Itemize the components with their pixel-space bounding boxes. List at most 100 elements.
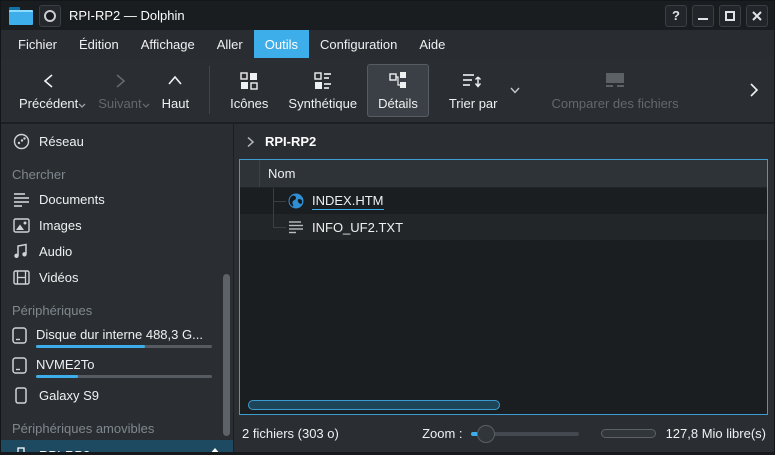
- horizontal-scrollbar[interactable]: [248, 400, 500, 410]
- toolbar-separator: [209, 66, 210, 114]
- menu-affichage[interactable]: Affichage: [130, 30, 206, 58]
- window-title: RPI-RP2 — Dolphin: [69, 8, 185, 23]
- usb-drive-icon: [12, 446, 30, 455]
- text-file-icon: [288, 219, 304, 235]
- chevron-left-icon: [40, 70, 58, 92]
- menu-outils[interactable]: Outils: [254, 30, 309, 58]
- menu-aller[interactable]: Aller: [206, 30, 254, 58]
- toolbar: Précédent Suivant Haut Icônes: [1, 58, 774, 124]
- menu-fichier[interactable]: Fichier: [7, 30, 68, 58]
- app-menu-button[interactable]: [39, 5, 61, 27]
- column-header-nom[interactable]: Nom: [260, 166, 295, 181]
- zoom-slider[interactable]: [471, 425, 579, 443]
- chevron-right-icon: [111, 70, 129, 92]
- places-item-videos[interactable]: Vidéos: [1, 264, 233, 290]
- places-item-reseau[interactable]: Réseau: [1, 128, 233, 154]
- maximize-icon: [725, 11, 735, 21]
- menu-configuration[interactable]: Configuration: [309, 30, 408, 58]
- zoom-label: Zoom :: [422, 426, 462, 441]
- compare-files-button[interactable]: Comparer des fichiers: [541, 65, 688, 116]
- minimize-button[interactable]: [692, 5, 714, 27]
- disk-usage-bar: [36, 345, 212, 348]
- close-button[interactable]: [746, 5, 768, 27]
- places-item-label: Réseau: [39, 134, 84, 149]
- file-name[interactable]: INDEX.HTM: [312, 193, 384, 210]
- header-lead-cell: [240, 160, 260, 187]
- free-space-label: 127,8 Mio libre(s): [666, 426, 766, 441]
- file-view: Nom INDEX.HTM: [239, 159, 768, 415]
- menubar: Fichier Édition Affichage Aller Outils C…: [1, 30, 774, 58]
- details-view-icon: [388, 70, 408, 92]
- sort-dropdown-caret-icon[interactable]: [509, 87, 521, 94]
- places-item-label: NVME2To: [36, 357, 225, 373]
- network-icon: [12, 132, 30, 150]
- menu-edition[interactable]: Édition: [68, 30, 130, 58]
- image-icon: [12, 216, 30, 234]
- breadcrumb: RPI-RP2: [234, 124, 774, 159]
- places-item-label: Disque dur interne 488,3 G...: [36, 327, 225, 343]
- menu-aide[interactable]: Aide: [408, 30, 456, 58]
- hard-drive-icon: [12, 327, 27, 347]
- help-icon: ?: [672, 8, 680, 23]
- gear-icon: [44, 10, 56, 22]
- free-space-bar: [601, 429, 656, 438]
- chevron-right-icon[interactable]: [246, 136, 255, 148]
- places-item-nvme2to[interactable]: NVME2To: [1, 352, 233, 382]
- places-item-label: Galaxy S9: [39, 388, 99, 403]
- sidebar-scrollbar[interactable]: [223, 274, 230, 436]
- breadcrumb-root[interactable]: RPI-RP2: [265, 134, 316, 149]
- places-item-audio[interactable]: Audio: [1, 238, 233, 264]
- section-peripheriques-amovibles: Périphériques amovibles: [1, 416, 233, 440]
- chevron-up-icon: [166, 70, 184, 92]
- file-count-summary: 2 fichiers (303 o): [242, 426, 339, 441]
- up-button[interactable]: Haut: [152, 65, 199, 116]
- file-row-info-uf2-txt[interactable]: INFO_UF2.TXT: [240, 214, 767, 240]
- places-item-documents[interactable]: Documents: [1, 186, 233, 212]
- places-item-galaxy-s9[interactable]: Galaxy S9: [1, 382, 233, 408]
- disk-usage-bar: [36, 375, 212, 378]
- statusbar: 2 fichiers (303 o) Zoom : 127,8 Mio libr…: [234, 415, 774, 452]
- section-chercher: Chercher: [1, 162, 233, 186]
- tree-line: [273, 188, 274, 227]
- toolbar-overflow-button[interactable]: [742, 82, 766, 98]
- places-item-label: Documents: [39, 192, 105, 207]
- help-button[interactable]: ?: [665, 5, 687, 27]
- film-icon: [12, 268, 30, 286]
- chevron-right-icon: [748, 82, 760, 98]
- zoom-slider-handle[interactable]: [477, 425, 495, 443]
- file-row-index-htm[interactable]: INDEX.HTM: [240, 188, 767, 214]
- tree-line: [273, 227, 286, 228]
- dolphin-window: RPI-RP2 — Dolphin ? Fichier Édition Affi…: [0, 0, 775, 455]
- places-item-label: RPI-RP2: [39, 448, 90, 455]
- sort-by-button[interactable]: Trier par: [439, 65, 508, 116]
- dropdown-caret-icon: [142, 103, 150, 108]
- minimize-icon: [698, 11, 708, 21]
- forward-button[interactable]: Suivant: [88, 65, 151, 116]
- main-area: RPI-RP2 Nom: [234, 124, 774, 452]
- icons-view-button[interactable]: Icônes: [220, 65, 278, 116]
- view-header: Nom: [240, 160, 767, 188]
- places-item-label: Audio: [39, 244, 72, 259]
- dropdown-caret-icon: [78, 103, 86, 108]
- back-button[interactable]: Précédent: [9, 65, 88, 116]
- places-item-rpi-rp2[interactable]: RPI-RP2: [1, 440, 233, 455]
- maximize-button[interactable]: [719, 5, 741, 27]
- places-item-images[interactable]: Images: [1, 212, 233, 238]
- details-view-button[interactable]: Détails: [367, 64, 429, 117]
- file-name[interactable]: INFO_UF2.TXT: [312, 220, 403, 235]
- section-peripheriques: Périphériques: [1, 298, 233, 322]
- places-item-disque-dur[interactable]: Disque dur interne 488,3 G...: [1, 322, 233, 352]
- places-panel: Réseau Chercher Documents Images: [1, 124, 234, 452]
- compact-view-button[interactable]: Synthétique: [278, 65, 367, 116]
- eject-button[interactable]: [207, 447, 223, 455]
- folder-icon: [9, 7, 33, 25]
- close-icon: [752, 11, 762, 21]
- globe-icon: [288, 193, 304, 209]
- compare-files-icon: [603, 70, 627, 92]
- file-rows: INDEX.HTM INFO_UF2.TXT: [240, 188, 767, 414]
- icons-view-icon: [239, 70, 259, 92]
- smartphone-icon: [12, 386, 30, 404]
- compact-view-icon: [313, 70, 333, 92]
- music-note-icon: [12, 242, 30, 260]
- hard-drive-icon: [12, 357, 27, 377]
